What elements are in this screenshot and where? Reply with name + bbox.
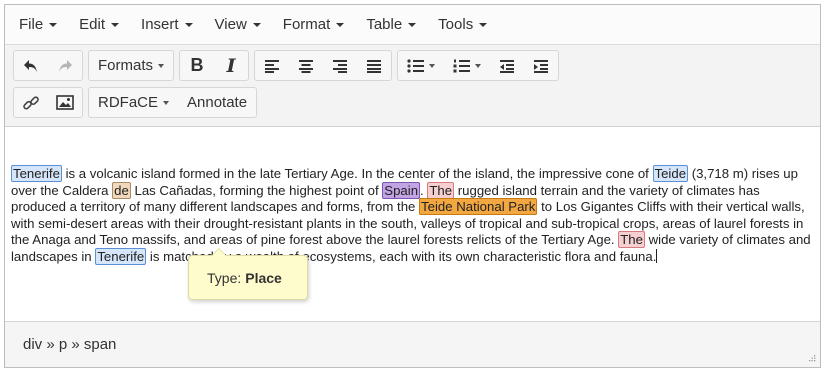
rdface-group: RDFaCE Annotate [88, 87, 258, 118]
menu-view-label: View [214, 16, 247, 33]
rdface-dropdown[interactable]: RDFaCE [89, 88, 178, 117]
toolbar-row-2: RDFaCE Annotate [13, 85, 812, 120]
align-center-button[interactable] [289, 51, 323, 80]
chevron-down-icon [252, 22, 261, 27]
menu-insert-label: Insert [141, 16, 179, 33]
align-justify-button[interactable] [357, 51, 391, 80]
resize-handle-icon[interactable] [807, 354, 816, 363]
history-group [13, 50, 83, 81]
chevron-down-icon [475, 63, 482, 68]
tooltip-type-label: Type: [207, 269, 242, 286]
indent-icon [534, 59, 549, 73]
bullet-list-icon [407, 58, 425, 73]
undo-icon [24, 59, 37, 72]
numbered-list-icon [453, 59, 471, 72]
menu-insert[interactable]: Insert [141, 16, 193, 33]
formats-label: Formats [98, 57, 154, 74]
menu-edit-label: Edit [79, 16, 106, 33]
menu-tools-label: Tools [438, 16, 474, 33]
menu-view[interactable]: View [215, 16, 261, 33]
align-right-icon [333, 59, 348, 73]
annotated-entity[interactable]: Tenerife [11, 165, 62, 182]
editor-content[interactable]: Tenerife is a volcanic island formed in … [5, 156, 820, 322]
outdent-button[interactable] [490, 51, 524, 80]
chevron-down-icon [49, 22, 58, 27]
chevron-down-icon [111, 22, 120, 27]
redo-icon [59, 59, 72, 72]
image-button[interactable] [48, 88, 82, 117]
menu-format[interactable]: Format [283, 16, 345, 33]
menubar: File Edit Insert View Format Table Tools [5, 5, 820, 45]
align-left-icon [265, 59, 280, 73]
align-group [254, 50, 393, 81]
menu-format-label: Format [282, 16, 331, 33]
menu-table-label: Table [366, 16, 403, 33]
undo-button[interactable] [14, 51, 48, 80]
tooltip-type-value: Place [245, 269, 282, 286]
align-right-button[interactable] [323, 51, 357, 80]
formats-group: Formats [88, 50, 175, 81]
align-justify-icon [367, 59, 382, 73]
chevron-down-icon [158, 63, 165, 68]
redo-button[interactable] [48, 51, 82, 80]
align-center-icon [299, 59, 314, 73]
menu-file[interactable]: File [19, 16, 58, 33]
bullet-list-button[interactable] [398, 51, 444, 80]
link-button[interactable] [14, 88, 48, 117]
chevron-down-icon [408, 22, 417, 27]
style-group: B I [179, 50, 250, 81]
list-group [397, 50, 560, 81]
text-cursor [656, 248, 658, 263]
annotated-entity[interactable]: Spain [382, 181, 421, 199]
chevron-down-icon [479, 22, 488, 27]
annotated-entity[interactable]: de [112, 181, 131, 199]
annotate-button[interactable]: Annotate [178, 88, 256, 117]
rdface-label: RDFaCE [98, 94, 159, 111]
annotated-entity[interactable]: Tenerife [95, 247, 147, 265]
annotated-entity[interactable]: Teide National Park [419, 198, 538, 216]
toolbar: Formats B I RDFaCE Annotate [5, 45, 820, 127]
menu-edit[interactable]: Edit [79, 16, 120, 33]
insert-group [13, 87, 83, 118]
annotated-entity[interactable]: The [618, 231, 645, 249]
element-path[interactable]: div » p » span [23, 336, 116, 353]
statusbar: div » p » span [5, 321, 820, 367]
content-text: Las Cañadas, forming the highest point o… [130, 182, 383, 198]
chevron-down-icon [336, 22, 345, 27]
link-icon [23, 95, 39, 110]
rich-text-editor: File Edit Insert View Format Table Tools… [4, 4, 821, 368]
chevron-down-icon [184, 22, 193, 27]
menu-file-label: File [19, 16, 44, 33]
chevron-down-icon [163, 100, 170, 105]
annotation-tooltip: Type: Place [188, 248, 308, 300]
image-icon [56, 95, 74, 110]
italic-button[interactable]: I [214, 51, 248, 80]
bold-button[interactable]: B [180, 51, 214, 80]
outdent-icon [500, 59, 515, 73]
toolbar-row-1: Formats B I [13, 48, 812, 83]
formats-dropdown[interactable]: Formats [89, 51, 173, 80]
content-paragraph[interactable]: Tenerife is a volcanic island formed in … [11, 165, 815, 266]
chevron-down-icon [429, 63, 436, 68]
annotated-entity[interactable]: Teide [652, 165, 689, 182]
content-text: is a volcanic island formed in the late … [61, 166, 653, 181]
annotated-entity[interactable]: The [427, 181, 455, 199]
numbered-list-button[interactable] [444, 51, 490, 80]
align-left-button[interactable] [255, 51, 289, 80]
indent-button[interactable] [524, 51, 558, 80]
menu-table[interactable]: Table [366, 16, 417, 33]
menu-tools[interactable]: Tools [438, 16, 488, 33]
